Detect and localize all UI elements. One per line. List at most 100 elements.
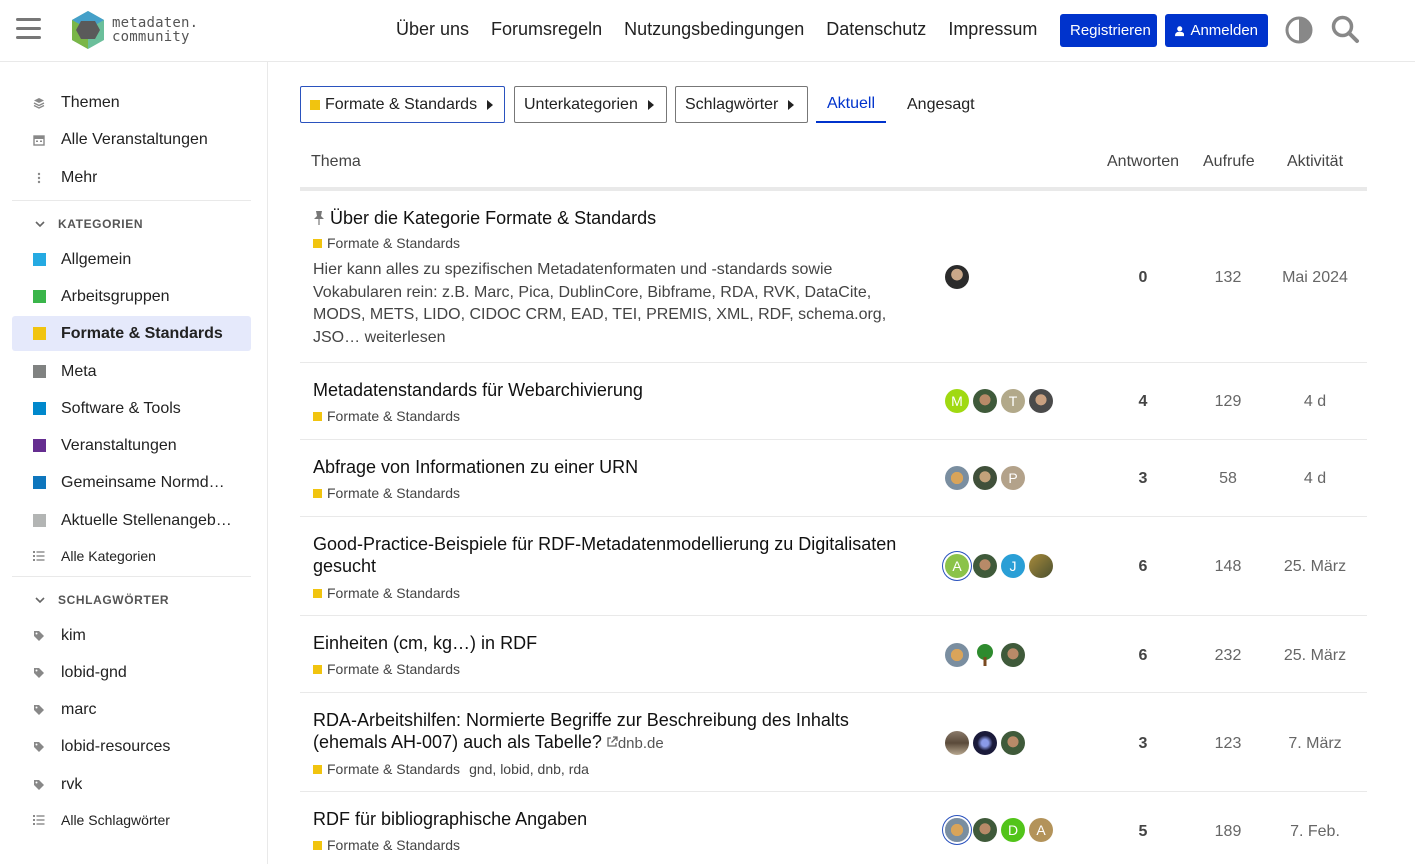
nav-imprint[interactable]: Impressum xyxy=(948,19,1037,40)
topic-title[interactable]: Einheiten (cm, kg…) in RDF xyxy=(313,632,537,654)
avatar[interactable]: M xyxy=(945,389,969,413)
sidebar-category-software-tools[interactable]: Software & Tools xyxy=(12,391,251,426)
nav-terms[interactable]: Nutzungsbedingungen xyxy=(624,19,804,40)
reply-count[interactable]: 3 xyxy=(1113,470,1173,488)
table-row[interactable]: Good-Practice-Beispiele für RDF-Metadate… xyxy=(300,517,1367,616)
topic-tags[interactable]: gnd, lobid, dnb, rda xyxy=(469,761,589,777)
topic-title[interactable]: RDA-Arbeitshilfen: Normierte Begriffe zu… xyxy=(313,709,849,755)
avatar[interactable]: P xyxy=(1001,466,1025,490)
avatar[interactable] xyxy=(973,818,997,842)
reply-count[interactable]: 5 xyxy=(1113,823,1173,841)
sidebar-item-topics[interactable]: Themen xyxy=(12,85,251,120)
table-row[interactable]: Einheiten (cm, kg…) in RDF Formate & Sta… xyxy=(300,616,1367,693)
login-button[interactable]: Anmelden xyxy=(1165,14,1268,47)
avatar[interactable] xyxy=(945,265,969,289)
site-logo[interactable]: metadaten. community xyxy=(68,8,208,52)
sidebar-category-working-groups[interactable]: Arbeitsgruppen xyxy=(12,279,251,314)
topic-category-badge[interactable]: Formate & Standards xyxy=(313,235,460,251)
topic-title[interactable]: RDF für bibliographische Angaben xyxy=(313,808,587,830)
table-row[interactable]: Über die Kategorie Formate & Standards F… xyxy=(300,191,1367,363)
avatar[interactable] xyxy=(973,554,997,578)
avatar[interactable] xyxy=(973,466,997,490)
topic-title[interactable]: Über die Kategorie Formate & Standards xyxy=(313,207,656,229)
nav-about[interactable]: Über uns xyxy=(396,19,469,40)
topic-category-badge[interactable]: Formate & Standards gnd, lobid, dnb, rda xyxy=(313,761,589,777)
avatar[interactable] xyxy=(945,643,969,667)
sidebar-tag-marc[interactable]: marc xyxy=(12,692,251,727)
tab-latest[interactable]: Aktuell xyxy=(816,86,887,123)
table-row[interactable]: RDF für bibliographische Angaben Formate… xyxy=(300,792,1367,864)
topic-title[interactable]: Good-Practice-Beispiele für RDF-Metadate… xyxy=(313,533,896,577)
avatar[interactable] xyxy=(973,731,997,755)
activity-date[interactable]: 25. März xyxy=(1265,647,1365,665)
topic-category-badge[interactable]: Formate & Standards xyxy=(313,485,460,501)
activity-date[interactable]: 7. Feb. xyxy=(1265,823,1365,841)
sidebar-all-tags[interactable]: Alle Schlagwörter xyxy=(12,802,251,837)
register-button[interactable]: Registrieren xyxy=(1060,14,1157,47)
nav-forum-rules[interactable]: Forumsregeln xyxy=(491,19,602,40)
col-topic[interactable]: Thema xyxy=(311,153,361,171)
reply-count[interactable]: 0 xyxy=(1113,269,1173,287)
sidebar-category-jobs[interactable]: Aktuelle Stellenangebote xyxy=(12,503,251,538)
sidebar-category-authority-files[interactable]: Gemeinsame Normdateien xyxy=(12,465,251,500)
reply-count[interactable]: 6 xyxy=(1113,558,1173,576)
avatar[interactable] xyxy=(945,731,969,755)
tree-avatar-icon[interactable] xyxy=(973,643,997,667)
external-link[interactable]: dnb.de xyxy=(606,735,664,752)
avatar[interactable] xyxy=(973,389,997,413)
avatar[interactable] xyxy=(1001,731,1025,755)
reply-count[interactable]: 3 xyxy=(1113,735,1173,753)
sidebar-all-categories[interactable]: Alle Kategorien xyxy=(12,538,251,573)
topic-category-badge[interactable]: Formate & Standards xyxy=(313,661,460,677)
sidebar-category-general[interactable]: Allgemein xyxy=(12,242,251,277)
sidebar-tag-lobid-gnd[interactable]: lobid-gnd xyxy=(12,655,251,690)
sidebar-item-events[interactable]: Alle Veranstaltungen xyxy=(12,122,251,157)
col-views[interactable]: Aufrufe xyxy=(1203,153,1255,171)
topic-title[interactable]: Abfrage von Informationen zu einer URN xyxy=(313,456,638,478)
avatar[interactable] xyxy=(945,466,969,490)
topic-category-badge[interactable]: Formate & Standards xyxy=(313,408,460,424)
sidebar-category-formats-standards[interactable]: Formate & Standards xyxy=(12,316,251,351)
tags-section-toggle[interactable]: SCHLAGWÖRTER xyxy=(12,588,251,612)
topic-title[interactable]: Metadatenstandards für Webarchivierung xyxy=(313,379,643,401)
sidebar-tag-lobid-resources[interactable]: lobid-resources xyxy=(12,729,251,764)
avatar[interactable] xyxy=(1029,389,1053,413)
col-activity[interactable]: Aktivität xyxy=(1287,153,1343,171)
topic-category-badge[interactable]: Formate & Standards xyxy=(313,837,460,853)
reply-count[interactable]: 4 xyxy=(1113,393,1173,411)
reply-count[interactable]: 6 xyxy=(1113,647,1173,665)
avatar[interactable]: J xyxy=(1001,554,1025,578)
search-icon[interactable] xyxy=(1330,14,1360,44)
avatar[interactable]: A xyxy=(945,554,969,578)
avatar[interactable] xyxy=(945,818,969,842)
sidebar-category-events[interactable]: Veranstaltungen xyxy=(12,428,251,463)
tag-filter-dropdown[interactable]: Schlagwörter xyxy=(675,86,808,123)
activity-date[interactable]: 4 d xyxy=(1265,393,1365,411)
topic-category-badge[interactable]: Formate & Standards xyxy=(313,585,460,601)
tab-hot[interactable]: Angesagt xyxy=(896,86,986,123)
theme-toggle-icon[interactable] xyxy=(1285,16,1313,44)
hamburger-menu-icon[interactable] xyxy=(16,18,41,40)
avatar[interactable] xyxy=(1001,643,1025,667)
categories-section-toggle[interactable]: KATEGORIEN xyxy=(12,212,251,236)
avatar[interactable]: D xyxy=(1001,818,1025,842)
sidebar-tag-rvk[interactable]: rvk xyxy=(12,767,251,802)
sidebar-tag-kim[interactable]: kim xyxy=(12,618,251,653)
activity-date[interactable]: Mai 2024 xyxy=(1265,269,1365,287)
avatar[interactable]: T xyxy=(1001,389,1025,413)
table-row[interactable]: RDA-Arbeitshilfen: Normierte Begriffe zu… xyxy=(300,693,1367,792)
col-replies[interactable]: Antworten xyxy=(1107,153,1179,171)
caret-right-icon xyxy=(647,99,654,110)
subcategory-filter-dropdown[interactable]: Unterkategorien xyxy=(514,86,667,123)
activity-date[interactable]: 25. März xyxy=(1265,558,1365,576)
avatar[interactable]: A xyxy=(1029,818,1053,842)
sidebar-item-more[interactable]: Mehr xyxy=(12,160,251,195)
sidebar-category-meta[interactable]: Meta xyxy=(12,354,251,389)
table-row[interactable]: Abfrage von Informationen zu einer URN F… xyxy=(300,440,1367,517)
activity-date[interactable]: 4 d xyxy=(1265,470,1365,488)
nav-privacy[interactable]: Datenschutz xyxy=(826,19,926,40)
avatar[interactable] xyxy=(1029,554,1053,578)
activity-date[interactable]: 7. März xyxy=(1265,735,1365,753)
category-filter-dropdown[interactable]: Formate & Standards xyxy=(300,86,505,123)
table-row[interactable]: Metadatenstandards für Webarchivierung F… xyxy=(300,363,1367,440)
